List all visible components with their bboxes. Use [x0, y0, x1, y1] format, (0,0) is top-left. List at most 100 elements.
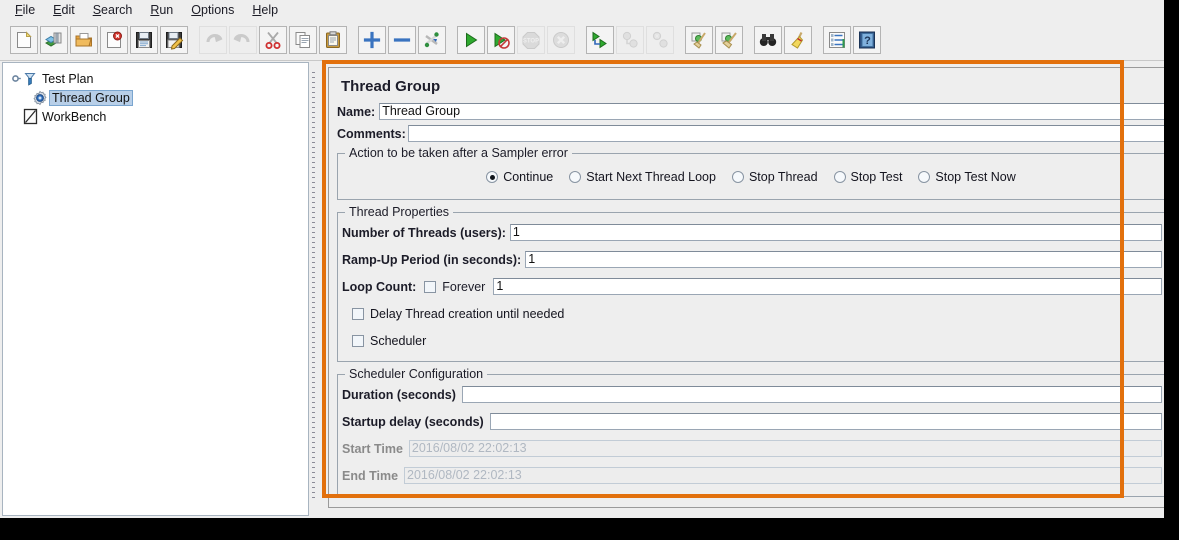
templates-icon[interactable] — [40, 26, 68, 54]
radio-continue[interactable]: Continue — [486, 170, 553, 184]
delay-thread-creation-row[interactable]: Delay Thread creation until needed — [352, 304, 1164, 323]
number-of-threads-label: Number of Threads (users): — [342, 225, 506, 240]
ramp-up-period-row: Ramp-Up Period (in seconds): 1 — [342, 250, 1164, 269]
element-editor-pane: Thread Group Name: Thread Group Comments… — [320, 62, 1164, 518]
tree-expand-handle-icon[interactable] — [9, 71, 21, 87]
loop-count-input[interactable]: 1 — [493, 278, 1162, 295]
number-of-threads-input[interactable]: 1 — [509, 224, 1162, 241]
menu-file[interactable]: File — [6, 2, 44, 18]
end-time-input[interactable]: 2016/08/02 22:02:13 — [404, 467, 1162, 484]
radio-continue-dot[interactable] — [486, 171, 499, 183]
scheduler-checkbox[interactable] — [352, 334, 364, 347]
ramp-up-period-label: Ramp-Up Period (in seconds): — [342, 252, 522, 267]
copy-icon[interactable] — [289, 26, 317, 54]
search-binoculars-icon[interactable] — [754, 26, 782, 54]
start-time-label: Start Time — [342, 441, 403, 456]
forever-label: Forever — [442, 279, 486, 294]
menu-options[interactable]: Options — [182, 2, 243, 18]
duration-label: Duration (seconds) — [342, 387, 456, 402]
svg-text:?: ? — [864, 35, 871, 47]
radio-start-next-thread-loop-dot[interactable] — [569, 171, 582, 183]
toolbar-group-run: STOP — [456, 20, 576, 60]
radio-stop-test-dot[interactable] — [833, 171, 846, 183]
thread-properties-group-title: Thread Properties — [345, 205, 454, 219]
expand-plus-icon[interactable] — [358, 26, 386, 54]
radio-stop-thread-dot[interactable] — [731, 171, 744, 183]
start-time-input[interactable]: 2016/08/02 22:02:13 — [408, 440, 1162, 457]
search-reset-broom-icon[interactable] — [784, 26, 812, 54]
menu-search-label-rest: earch — [101, 3, 133, 17]
new-document-icon[interactable] — [10, 26, 38, 54]
radio-continue-label: Continue — [503, 170, 554, 184]
startup-delay-input[interactable] — [489, 413, 1162, 430]
radio-stop-thread[interactable]: Stop Thread — [731, 170, 818, 184]
test-plan-tree: Test Plan Thread Group WorkBench — [3, 63, 308, 126]
delay-thread-creation-checkbox[interactable] — [352, 307, 364, 320]
test-plan-funnel-icon — [21, 70, 39, 87]
ramp-up-period-input[interactable]: 1 — [525, 251, 1162, 268]
toolbar-group-edit — [198, 20, 348, 60]
end-time-label: End Time — [342, 468, 399, 483]
tree-node-label: Test Plan — [42, 71, 94, 86]
comments-row: Comments: — [337, 124, 1164, 143]
sampler-error-radio-row: Continue Start Next Thread Loop Stop Thr… — [338, 164, 1164, 192]
save-icon[interactable] — [130, 26, 158, 54]
start-time-row: Start Time 2016/08/02 22:02:13 — [342, 439, 1164, 458]
clear-broom-icon[interactable] — [685, 26, 713, 54]
radio-stop-test[interactable]: Stop Test — [833, 170, 903, 184]
toolbar-group-tree — [357, 20, 447, 60]
name-row: Name: Thread Group — [337, 102, 1164, 121]
menu-help-label-rest: elp — [261, 3, 279, 17]
name-input[interactable]: Thread Group — [379, 103, 1164, 120]
menu-help[interactable]: Help — [243, 2, 287, 18]
stop-icon[interactable]: STOP — [517, 26, 545, 54]
svg-text:STOP: STOP — [523, 39, 539, 45]
radio-stop-test-now[interactable]: Stop Test Now — [918, 170, 1016, 184]
open-folder-icon[interactable] — [70, 26, 98, 54]
shutdown-icon[interactable] — [547, 26, 575, 54]
split-pane-divider[interactable] — [309, 62, 318, 516]
radio-stop-thread-label: Stop Thread — [748, 170, 818, 184]
remote-stop-all-icon[interactable] — [616, 26, 644, 54]
start-play-icon[interactable] — [457, 26, 485, 54]
redo-icon[interactable] — [229, 26, 257, 54]
thread-group-gui: Thread Group Name: Thread Group Comments… — [328, 67, 1164, 508]
loop-count-label: Loop Count: — [342, 279, 417, 294]
radio-start-next-thread-loop[interactable]: Start Next Thread Loop — [569, 170, 716, 184]
scheduler-label: Scheduler — [370, 333, 427, 348]
remote-start-all-icon[interactable] — [586, 26, 614, 54]
tree-node-thread-group[interactable]: Thread Group — [3, 88, 308, 107]
forever-checkbox[interactable] — [424, 280, 437, 293]
close-document-icon[interactable] — [100, 26, 128, 54]
menu-search[interactable]: Search — [84, 2, 142, 18]
splitter-grip — [312, 72, 315, 502]
collapse-minus-icon[interactable] — [388, 26, 416, 54]
radio-stop-test-label: Stop Test — [850, 170, 903, 184]
cut-scissors-icon[interactable] — [259, 26, 287, 54]
test-plan-tree-panel[interactable]: Test Plan Thread Group WorkBench — [2, 62, 309, 516]
paste-clipboard-icon[interactable] — [319, 26, 347, 54]
tree-node-label: WorkBench — [42, 109, 107, 124]
menu-file-label-rest: ile — [22, 3, 36, 17]
scheduler-configuration-group-title: Scheduler Configuration — [345, 367, 488, 381]
radio-stop-test-now-dot[interactable] — [918, 171, 931, 183]
tree-node-workbench[interactable]: WorkBench — [3, 107, 308, 126]
duration-row: Duration (seconds) — [342, 385, 1164, 404]
function-helper-icon[interactable] — [823, 26, 851, 54]
start-no-pauses-icon[interactable] — [487, 26, 515, 54]
comments-label: Comments: — [337, 126, 406, 141]
help-book-icon[interactable]: ? — [853, 26, 881, 54]
toggle-icon[interactable] — [418, 26, 446, 54]
tree-node-test-plan[interactable]: Test Plan — [3, 69, 308, 88]
save-as-icon[interactable] — [160, 26, 188, 54]
menu-run[interactable]: Run — [141, 2, 182, 18]
remote-shutdown-all-icon[interactable] — [646, 26, 674, 54]
menu-run-label-rest: un — [159, 3, 174, 17]
menu-edit[interactable]: Edit — [44, 2, 84, 18]
toolbar-group-help: ? — [822, 20, 882, 60]
clear-all-broom-icon[interactable] — [715, 26, 743, 54]
duration-input[interactable] — [461, 386, 1162, 403]
undo-icon[interactable] — [199, 26, 227, 54]
scheduler-row[interactable]: Scheduler — [352, 331, 1164, 350]
comments-input[interactable] — [407, 125, 1164, 142]
